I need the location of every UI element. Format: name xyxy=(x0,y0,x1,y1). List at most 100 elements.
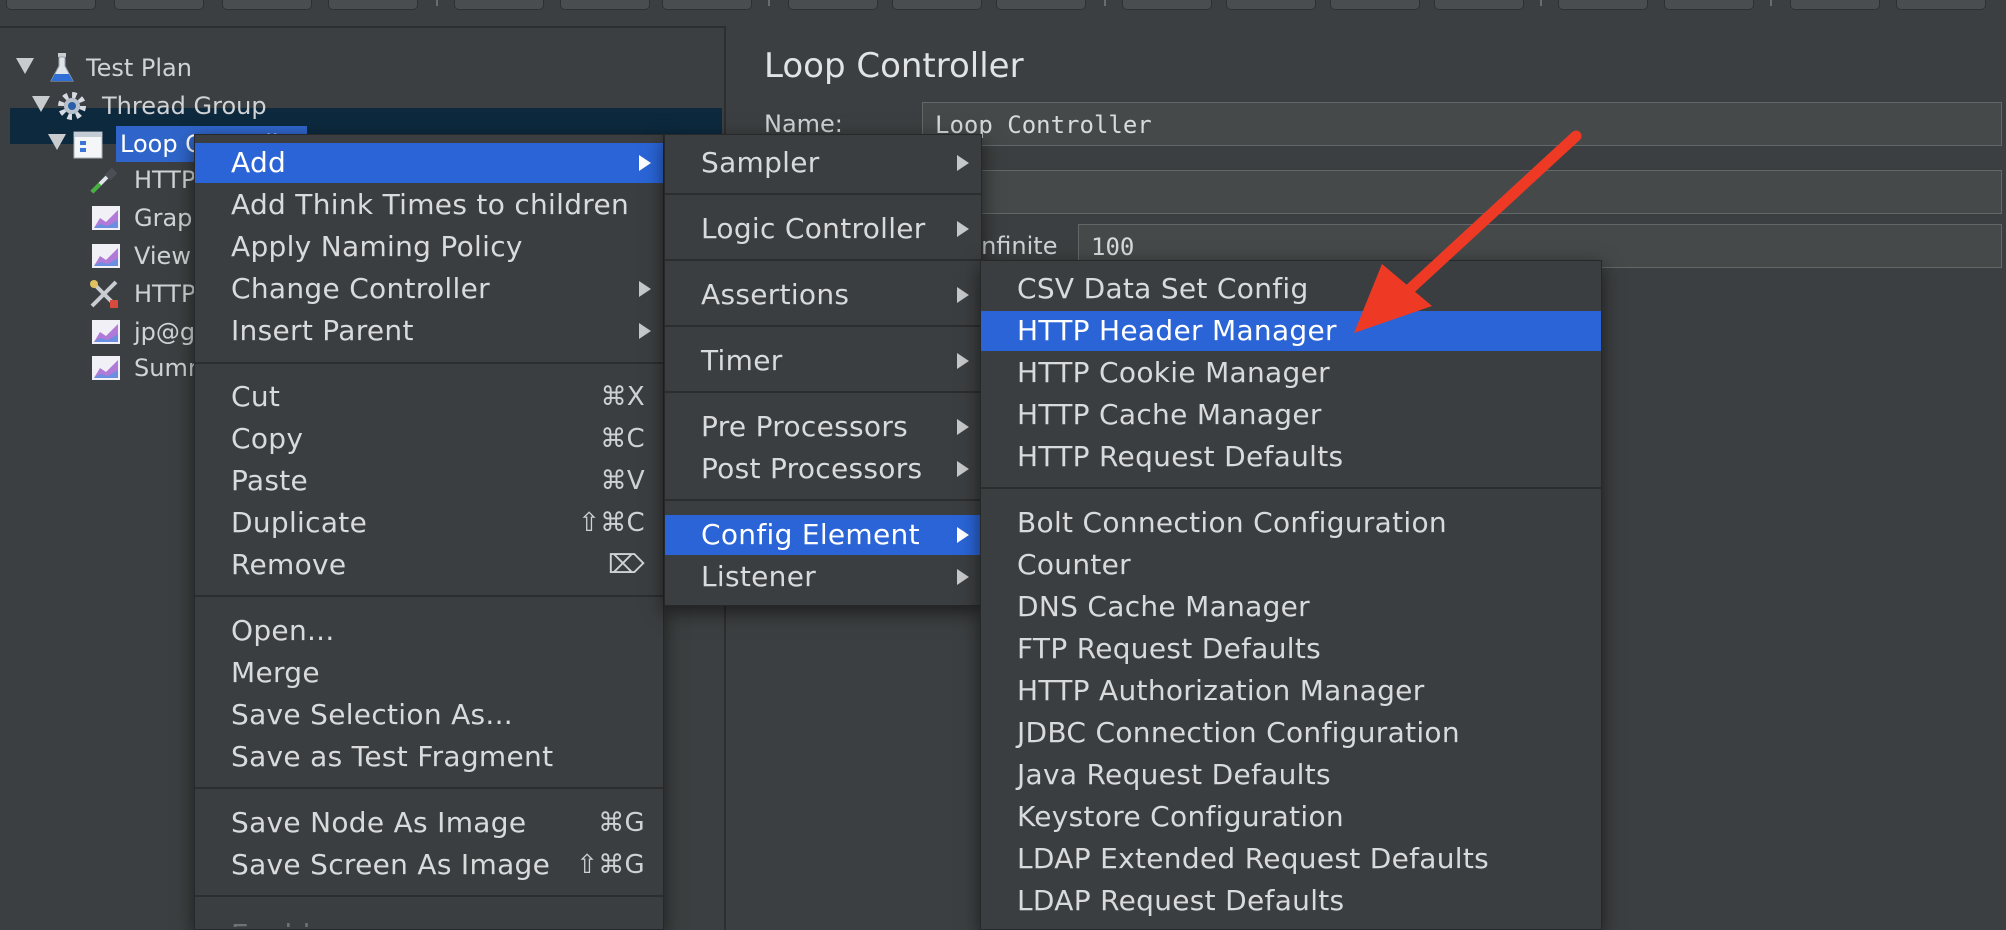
menu-item-java-request-defaults[interactable]: Java Request Defaults xyxy=(981,755,1601,795)
menu-item-dns-cache-manager[interactable]: DNS Cache Manager xyxy=(981,587,1601,627)
submenu-arrow-icon xyxy=(639,281,651,297)
submenu-arrow-icon xyxy=(957,527,969,543)
toolbar-button[interactable] xyxy=(6,0,96,10)
menu-item-http-request-defaults[interactable]: HTTP Request Defaults xyxy=(981,437,1601,477)
menu-item-add-think-times[interactable]: Add Think Times to children xyxy=(195,185,663,225)
menu-item-label: JDBC Connection Configuration xyxy=(1017,716,1460,749)
menu-item-save-node-as-image[interactable]: Save Node As Image ⌘G xyxy=(195,803,663,843)
menu-separator xyxy=(665,391,981,393)
submenu-arrow-icon xyxy=(957,461,969,477)
submenu-arrow-icon xyxy=(957,155,969,171)
flask-icon xyxy=(50,53,74,82)
toolbar-button[interactable] xyxy=(1122,0,1212,10)
menu-separator xyxy=(195,895,663,897)
gear-icon xyxy=(58,92,86,120)
toolbar-separator xyxy=(1540,0,1542,6)
menu-separator xyxy=(665,499,981,501)
menu-item-label: HTTP Request Defaults xyxy=(1017,440,1344,473)
tree-node-label: jp@g xyxy=(134,318,196,346)
menu-item-label: Save Screen As Image xyxy=(231,848,551,881)
menu-item-remove[interactable]: Remove ⌦ xyxy=(195,545,663,585)
menu-item-label: Add Think Times to children xyxy=(231,188,630,221)
menu-item-listener[interactable]: Listener xyxy=(665,557,981,597)
toolbar-button[interactable] xyxy=(1558,0,1648,10)
submenu-arrow-icon xyxy=(957,419,969,435)
tree-node-label: Thread Group xyxy=(102,92,267,120)
menu-item-post-processors[interactable]: Post Processors xyxy=(665,449,981,489)
menu-item-label: Remove xyxy=(231,548,347,581)
menu-item-label: FTP Request Defaults xyxy=(1017,632,1322,665)
menu-item-label: HTTP Cache Manager xyxy=(1017,398,1322,431)
toolbar-button[interactable] xyxy=(1790,0,1880,10)
toolbar-button[interactable] xyxy=(1896,0,1986,10)
expand-triangle-icon[interactable] xyxy=(16,58,34,74)
menu-item-duplicate[interactable]: Duplicate ⇧⌘C xyxy=(195,503,663,543)
menu-item-save-as-test-fragment[interactable]: Save as Test Fragment xyxy=(195,737,663,777)
menu-item-label: Duplicate xyxy=(231,506,368,539)
menu-item-http-authorization-manager[interactable]: HTTP Authorization Manager xyxy=(981,671,1601,711)
menu-item-enable[interactable]: Enable xyxy=(195,905,663,927)
menu-item-add[interactable]: Add xyxy=(195,143,663,183)
expand-triangle-icon[interactable] xyxy=(48,134,66,150)
menu-item-label: Paste xyxy=(231,464,309,497)
menu-item-label: Save Selection As... xyxy=(231,698,514,731)
graph-listener-icon xyxy=(92,206,120,230)
menu-item-config-element[interactable]: Config Element xyxy=(665,515,981,555)
toolbar-button[interactable] xyxy=(114,0,204,10)
menu-item-label: Java Request Defaults xyxy=(1017,758,1331,791)
menu-item-bolt-connection-configuration[interactable]: Bolt Connection Configuration xyxy=(981,503,1601,543)
menu-shortcut: ⌘V xyxy=(600,466,645,496)
menu-item-http-cookie-manager[interactable]: HTTP Cookie Manager xyxy=(981,353,1601,393)
expand-triangle-icon[interactable] xyxy=(32,96,50,112)
menu-item-label: Copy xyxy=(231,422,304,455)
toolbar-button[interactable] xyxy=(1664,0,1754,10)
menu-separator xyxy=(195,595,663,597)
menu-item-save-screen-as-image[interactable]: Save Screen As Image ⇧⌘G xyxy=(195,845,663,885)
toolbar-button[interactable] xyxy=(560,0,650,10)
menu-item-label: Open... xyxy=(231,614,335,647)
toolbar-button[interactable] xyxy=(1434,0,1524,10)
toolbar-button[interactable] xyxy=(662,0,752,10)
menu-item-label: Assertions xyxy=(701,278,850,311)
menu-item-timer[interactable]: Timer xyxy=(665,341,981,381)
menu-item-sampler[interactable]: Sampler xyxy=(665,143,981,183)
menu-item-assertions[interactable]: Assertions xyxy=(665,275,981,315)
toolbar-button[interactable] xyxy=(892,0,982,10)
menu-item-open[interactable]: Open... xyxy=(195,611,663,651)
menu-item-cut[interactable]: Cut ⌘X xyxy=(195,377,663,417)
menu-item-pre-processors[interactable]: Pre Processors xyxy=(665,407,981,447)
toolbar-button[interactable] xyxy=(1226,0,1316,10)
menu-item-change-controller[interactable]: Change Controller xyxy=(195,269,663,309)
toolbar-button[interactable] xyxy=(788,0,878,10)
menu-item-label: Apply Naming Policy xyxy=(231,230,523,263)
toolbar-button[interactable] xyxy=(454,0,544,10)
menu-item-http-cache-manager[interactable]: HTTP Cache Manager xyxy=(981,395,1601,435)
menu-item-copy[interactable]: Copy ⌘C xyxy=(195,419,663,459)
menu-item-jdbc-connection-configuration[interactable]: JDBC Connection Configuration xyxy=(981,713,1601,753)
menu-item-ldap-request-defaults[interactable]: LDAP Request Defaults xyxy=(981,881,1601,921)
tree-node-label: HTTP xyxy=(134,166,196,194)
submenu-arrow-icon xyxy=(639,155,651,171)
toolbar-button[interactable] xyxy=(996,0,1086,10)
menu-item-label: Counter xyxy=(1017,548,1131,581)
menu-item-label: LDAP Extended Request Defaults xyxy=(1017,842,1490,875)
menu-item-merge[interactable]: Merge xyxy=(195,653,663,693)
toolbar-button[interactable] xyxy=(222,0,312,10)
menu-shortcut: ⌘G xyxy=(598,808,645,838)
menu-item-ldap-extended-request-defaults[interactable]: LDAP Extended Request Defaults xyxy=(981,839,1601,879)
toolbar-separator xyxy=(436,0,438,6)
graph-listener-icon xyxy=(92,356,120,380)
menu-item-apply-naming-policy[interactable]: Apply Naming Policy xyxy=(195,227,663,267)
menu-item-label: HTTP Header Manager xyxy=(1017,314,1337,347)
menu-item-keystore-configuration[interactable]: Keystore Configuration xyxy=(981,797,1601,837)
menu-item-paste[interactable]: Paste ⌘V xyxy=(195,461,663,501)
context-menu: Add Add Think Times to children Apply Na… xyxy=(194,134,664,930)
menu-item-counter[interactable]: Counter xyxy=(981,545,1601,585)
menu-item-ftp-request-defaults[interactable]: FTP Request Defaults xyxy=(981,629,1601,669)
toolbar-button[interactable] xyxy=(1330,0,1420,10)
menu-item-label: CSV Data Set Config xyxy=(1017,272,1309,305)
menu-item-logic-controller[interactable]: Logic Controller xyxy=(665,209,981,249)
menu-item-save-selection-as[interactable]: Save Selection As... xyxy=(195,695,663,735)
menu-item-insert-parent[interactable]: Insert Parent xyxy=(195,311,663,351)
toolbar-button[interactable] xyxy=(328,0,418,10)
